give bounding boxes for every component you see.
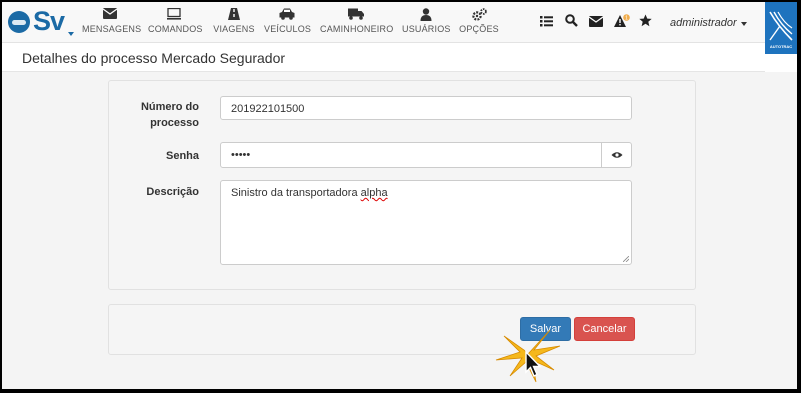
app-logo[interactable]: Sv — [6, 5, 76, 39]
description-text: Sinistro da transportadora — [231, 187, 361, 199]
nav-item-veiculos[interactable]: VEÍCULOS — [264, 8, 312, 34]
monitor-icon — [148, 8, 200, 22]
password-label: Senha — [165, 150, 199, 162]
nav-item-opcoes[interactable]: OPÇÕES — [459, 8, 499, 34]
app-window: Sv MENSAGENS COMANDOS VIAGENS VEÍCULOS C… — [2, 2, 797, 389]
resize-handle-icon[interactable] — [623, 256, 629, 262]
password-field[interactable]: ••••• — [220, 142, 602, 168]
user-icon — [402, 8, 450, 22]
user-caret-icon[interactable] — [741, 22, 747, 26]
nav-label: VIAGENS — [213, 24, 255, 34]
page-title: Detalhes do processo Mercado Segurador — [22, 50, 286, 66]
envelope-icon[interactable] — [588, 14, 604, 28]
brand-logo: AUTOTRAC — [765, 2, 797, 54]
nav-label: MENSAGENS — [82, 24, 142, 34]
list-icon[interactable] — [540, 14, 554, 28]
gears-icon — [459, 8, 499, 22]
nav-item-usuarios[interactable]: USUÁRIOS — [402, 8, 450, 34]
click-highlight — [492, 324, 562, 389]
logo-text: Sv — [33, 6, 65, 36]
description-textarea[interactable]: Sinistro da transportadora alpha — [220, 180, 632, 265]
description-label: Descrição — [146, 186, 199, 198]
show-password-button[interactable] — [601, 142, 632, 168]
logo-caret-icon — [68, 32, 74, 36]
actions-panel: Salvar Cancelar — [108, 304, 696, 355]
envelope-icon — [82, 8, 138, 22]
cancel-button[interactable]: Cancelar — [574, 317, 635, 341]
nav-label: COMANDOS — [148, 24, 203, 34]
nav-item-comandos[interactable]: COMANDOS — [148, 8, 203, 34]
process-number-label: Número do processo — [140, 101, 199, 129]
page-header: Detalhes do processo Mercado Segurador — [2, 43, 765, 72]
nav-label: VEÍCULOS — [264, 24, 312, 34]
truck-icon — [320, 8, 392, 22]
nav-item-viagens[interactable]: VIAGENS — [212, 8, 256, 34]
process-number-field[interactable]: 201922101500 — [220, 96, 632, 120]
brand-swoosh-icon — [769, 11, 793, 41]
logo-mark-icon — [8, 11, 30, 33]
user-menu[interactable]: administrador — [670, 17, 737, 29]
eye-icon — [611, 152, 623, 158]
search-icon[interactable] — [565, 14, 579, 28]
road-icon — [212, 8, 256, 22]
brand-text: AUTOTRAC — [769, 44, 793, 49]
nav-label: USUÁRIOS — [402, 24, 451, 34]
top-navbar: Sv MENSAGENS COMANDOS VIAGENS VEÍCULOS C… — [2, 2, 797, 43]
nav-item-caminhoneiro[interactable]: CAMINHONEIRO — [320, 8, 394, 34]
nav-label: CAMINHONEIRO — [320, 24, 394, 34]
form-panel: Número do processo 201922101500 Senha ••… — [108, 80, 696, 290]
car-icon — [264, 8, 310, 22]
alert-badge: 1 — [625, 16, 628, 22]
description-text-misspelled: alpha — [360, 187, 388, 199]
nav-label: OPÇÕES — [459, 24, 499, 34]
alert-icon[interactable]: 1 — [614, 14, 630, 28]
nav-item-mensagens[interactable]: MENSAGENS — [82, 8, 142, 34]
star-icon[interactable] — [639, 14, 653, 28]
